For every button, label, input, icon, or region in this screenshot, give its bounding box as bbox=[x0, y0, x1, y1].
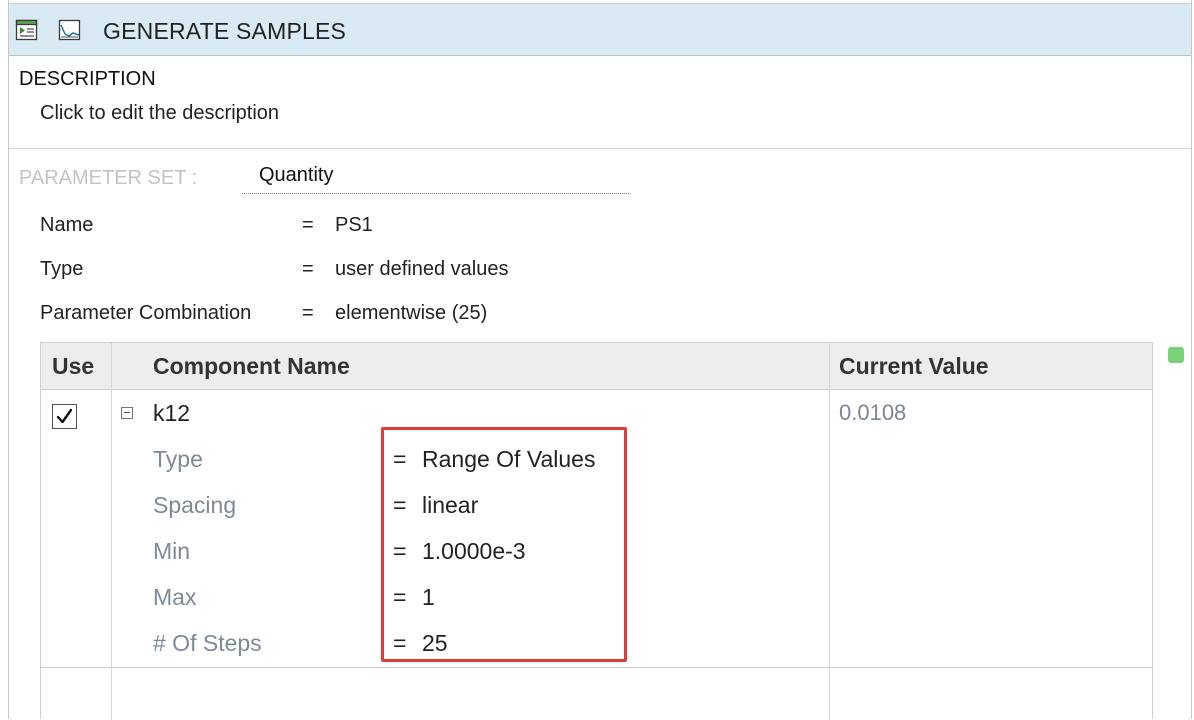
use-checkbox[interactable] bbox=[52, 404, 77, 429]
detail-spacing-label: Spacing bbox=[153, 492, 237, 518]
parameter-set-value: Quantity bbox=[259, 164, 334, 186]
section-divider bbox=[9, 148, 1191, 149]
description-heading: DESCRIPTION bbox=[19, 68, 156, 90]
column-divider bbox=[829, 343, 830, 720]
detail-min-label: Min bbox=[153, 538, 191, 564]
generate-samples-panel: GENERATE SAMPLES DESCRIPTION Click to ed… bbox=[8, 0, 1192, 720]
detail-steps-label: # Of Steps bbox=[153, 630, 262, 656]
column-header-current-value[interactable]: Current Value bbox=[839, 353, 989, 380]
checkmark-icon bbox=[56, 408, 73, 424]
column-header-component-name[interactable]: Component Name bbox=[153, 353, 350, 380]
detail-type-label: Type bbox=[153, 446, 203, 472]
column-divider bbox=[111, 343, 112, 720]
description-text[interactable]: Click to edit the description bbox=[40, 102, 279, 125]
prop-type-value[interactable]: user defined values bbox=[335, 258, 508, 281]
prop-name-value[interactable]: PS1 bbox=[335, 214, 373, 237]
collapse-icon[interactable] bbox=[121, 407, 133, 419]
panel-title: GENERATE SAMPLES bbox=[103, 18, 347, 44]
parameter-set-label: PARAMETER SET : bbox=[19, 167, 198, 189]
component-name[interactable]: k12 bbox=[153, 400, 190, 427]
row-divider bbox=[41, 667, 1152, 668]
prop-type-eq: = bbox=[302, 258, 314, 280]
prop-combination-label: Parameter Combination bbox=[40, 302, 252, 324]
run-icon[interactable] bbox=[15, 18, 39, 42]
current-value: 0.0108 bbox=[839, 400, 907, 425]
detail-max-label: Max bbox=[153, 584, 197, 610]
plot-icon[interactable] bbox=[58, 18, 82, 42]
prop-name-label: Name bbox=[40, 214, 94, 236]
status-indicator bbox=[1168, 347, 1184, 363]
prop-type-label: Type bbox=[40, 258, 84, 280]
parameter-set-select[interactable]: Quantity bbox=[242, 164, 629, 194]
component-table: Use Component Name Current Value k12 0.0… bbox=[40, 342, 1153, 720]
prop-combination-eq: = bbox=[302, 302, 314, 324]
table-header: Use Component Name Current Value bbox=[41, 343, 1152, 390]
column-header-use[interactable]: Use bbox=[52, 353, 94, 380]
highlight-box bbox=[381, 427, 627, 662]
prop-name-eq: = bbox=[302, 214, 314, 236]
prop-combination-value[interactable]: elementwise (25) bbox=[335, 302, 487, 325]
title-bar: GENERATE SAMPLES bbox=[9, 3, 1191, 56]
